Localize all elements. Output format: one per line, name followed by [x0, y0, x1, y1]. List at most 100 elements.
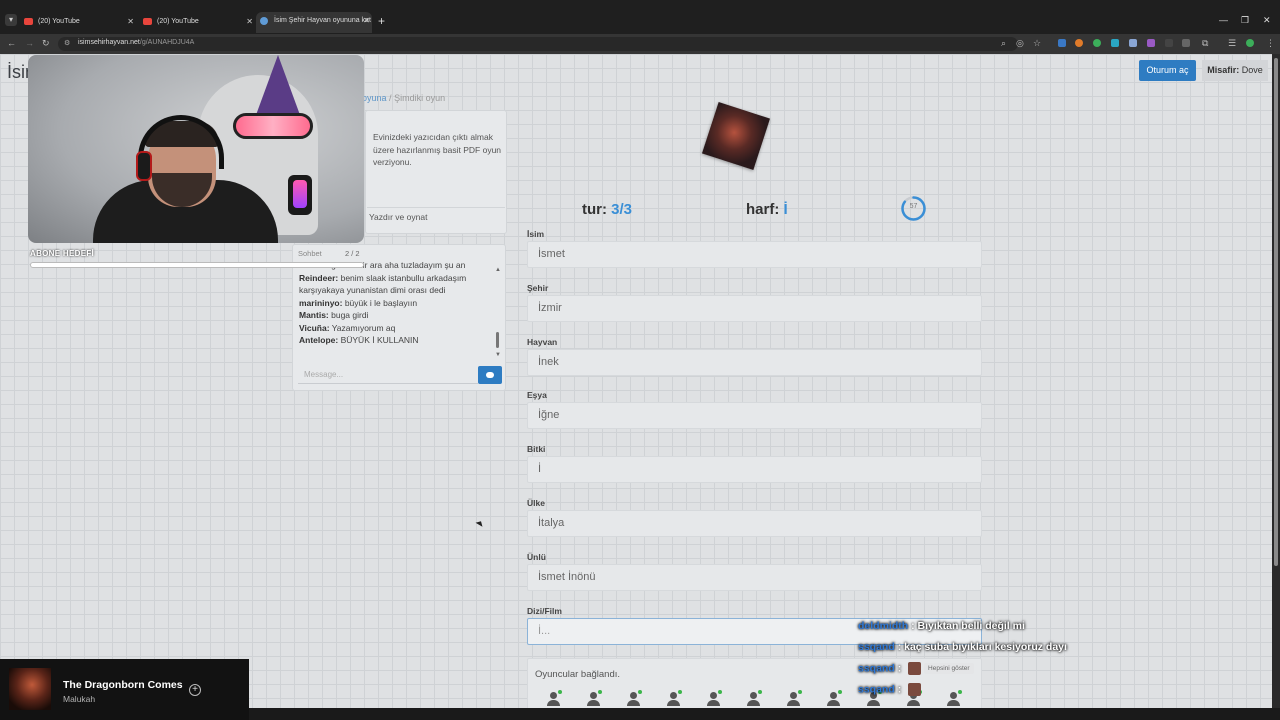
pdf-card: Evinizdeki yazıcıdan çıktı almak üzere h… — [365, 110, 507, 234]
sub-goal-progress-bar — [30, 262, 364, 268]
round-value: 3/3 — [611, 201, 633, 218]
tab-label: (20) YouTube — [38, 18, 80, 25]
extension-icon[interactable] — [1129, 39, 1137, 47]
tab-search-icon[interactable]: ▾ — [5, 14, 17, 26]
browser-toolbar: ← → ↻ ⚙ isimsehirhayvan.net/g/AUNAHDJU4A… — [0, 34, 1280, 54]
show-all-chip[interactable]: Hepsini göster — [924, 663, 974, 674]
scroll-up-icon[interactable]: ▲ — [495, 267, 501, 273]
close-icon[interactable]: ✕ — [246, 13, 253, 31]
minimize-icon[interactable]: — — [1219, 15, 1228, 25]
screen: ▾ (20) YouTube ✕ (20) YouTube ✕ İsim Şeh… — [0, 0, 1280, 720]
extensions-puzzle-icon[interactable]: ⧉ — [1202, 38, 1208, 49]
back-icon[interactable]: ← — [7, 38, 16, 48]
browser-tab-game[interactable]: İsim Şehir Hayvan oyununa kat ✕ — [256, 12, 372, 33]
field-label: Ülke — [527, 498, 545, 508]
breadcrumb: oyuna / Şimdiki oyun — [362, 93, 445, 103]
now-playing-widget: The Dragonborn Comes Malukah + — [0, 659, 249, 720]
chat-text: buga girdi — [331, 310, 369, 320]
tab-label: (20) YouTube — [157, 18, 199, 25]
browser-tab-youtube-1[interactable]: (20) YouTube ✕ — [20, 13, 136, 31]
field-input[interactable]: İnek — [527, 349, 982, 376]
player-icon-part — [627, 700, 640, 706]
guest-badge[interactable]: Misafir: Dove — [1202, 60, 1268, 81]
field-input[interactable]: İsmet — [527, 241, 982, 268]
extension-icon[interactable] — [1093, 39, 1101, 47]
print-and-play-button[interactable]: Yazdır ve oynat — [367, 207, 505, 225]
zoom-icon[interactable]: ⌕ — [1001, 38, 1006, 49]
player-icon-part — [707, 700, 720, 706]
player-icon[interactable] — [586, 690, 602, 707]
player-icon[interactable] — [546, 690, 562, 707]
track-artist: Malukah — [63, 694, 96, 704]
stream-chat-message: deldmidth : Bıyıktan belli değil mi — [858, 620, 1025, 636]
player-icon[interactable] — [706, 690, 722, 707]
field-label: Eşya — [527, 390, 547, 400]
site-info-icon[interactable]: ⚙ — [64, 39, 70, 47]
close-icon[interactable]: ✕ — [127, 13, 134, 31]
extension-icon[interactable] — [1058, 39, 1066, 47]
page-scrollbar-thumb[interactable] — [1274, 58, 1278, 566]
close-icon[interactable]: ✕ — [363, 12, 370, 30]
player-icon-part — [947, 700, 960, 706]
profile-icon[interactable]: ☰ — [1228, 38, 1236, 49]
avatar[interactable] — [1246, 39, 1254, 47]
player-icon-part — [630, 692, 637, 699]
field-input[interactable]: İsmet İnönü — [527, 564, 982, 591]
reload-icon[interactable]: ↻ — [42, 38, 50, 49]
field-input[interactable]: İğne — [527, 402, 982, 429]
letter-label: harf: — [746, 201, 780, 218]
field-label: İsim — [527, 229, 545, 239]
extension-icon[interactable] — [1182, 39, 1190, 47]
chat-send-button[interactable] — [478, 366, 502, 384]
field-input[interactable]: İzmir — [527, 295, 982, 322]
eye-off-icon[interactable]: ◎ — [1016, 38, 1024, 49]
guest-name: Dove — [1241, 65, 1263, 75]
breadcrumb-link[interactable]: oyuna — [362, 93, 387, 103]
player-icon[interactable] — [746, 690, 762, 707]
player-icon-part — [867, 700, 880, 706]
close-window-icon[interactable]: ✕ — [1263, 15, 1271, 26]
online-indicator — [718, 690, 722, 694]
chat-count: 2 / 2 — [345, 249, 360, 258]
player-icon[interactable] — [626, 690, 642, 707]
player-icon-part — [587, 700, 600, 706]
login-button[interactable]: Oturum aç — [1139, 60, 1196, 81]
chat-scrollbar[interactable] — [496, 332, 499, 348]
menu-kebab-icon[interactable]: ⋮ — [1266, 38, 1275, 49]
new-tab-icon[interactable]: + — [378, 14, 385, 28]
speech-bubble-icon — [486, 372, 494, 378]
stream-chat-username: ssqand — [858, 683, 895, 696]
extension-icon[interactable] — [1147, 39, 1155, 47]
extension-icon[interactable] — [1165, 39, 1173, 47]
chat-message: Reindeer: benim slaak istanbullu arkadaş… — [299, 272, 489, 297]
player-icon[interactable] — [946, 690, 962, 707]
restore-icon[interactable]: ❐ — [1241, 15, 1249, 26]
scroll-down-icon[interactable]: ▼ — [495, 352, 501, 358]
player-icon[interactable] — [786, 690, 802, 707]
chat-message-input[interactable]: Message... — [298, 366, 478, 384]
player-avatar-image — [701, 101, 771, 171]
stream-chat-username: ssqand — [858, 662, 895, 675]
player-icon[interactable] — [666, 690, 682, 707]
player-icon-part — [827, 700, 840, 706]
player-icon-part — [907, 700, 920, 706]
chat-text: BÜYÜK İ KULLANIN — [340, 335, 419, 345]
add-circle-icon[interactable]: + — [189, 684, 201, 696]
globe-icon — [260, 17, 268, 25]
bookmark-star-icon[interactable]: ☆ — [1033, 38, 1041, 49]
field-input[interactable]: İtalya — [527, 510, 982, 537]
forward-icon[interactable]: → — [25, 38, 34, 48]
url-domain: isimsehirhayvan.net — [78, 39, 140, 46]
player-icon[interactable] — [826, 690, 842, 707]
browser-tab-youtube-2[interactable]: (20) YouTube ✕ — [139, 13, 255, 31]
chat-username: Reindeer: — [299, 272, 339, 283]
extension-icon[interactable] — [1111, 39, 1119, 47]
address-bar[interactable]: ⚙ isimsehirhayvan.net/g/AUNAHDJU4A — [58, 37, 1018, 51]
field-input[interactable]: İ — [527, 456, 982, 483]
breadcrumb-current: Şimdiki oyun — [394, 93, 446, 103]
player-icon-part — [747, 700, 760, 706]
extension-icon[interactable] — [1075, 39, 1083, 47]
chat-username: Antelope: — [299, 335, 339, 345]
chat-text: Yazamıyorum aq — [331, 322, 396, 333]
mouse-cursor-icon — [475, 519, 485, 527]
